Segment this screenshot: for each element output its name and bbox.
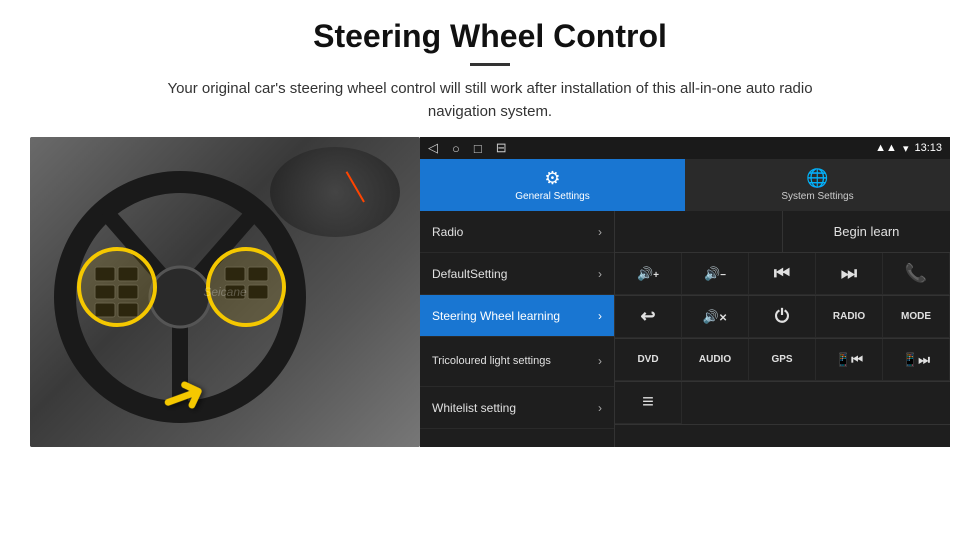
ctrl-vol-up[interactable]: 🔊+ (615, 253, 682, 295)
chevron-radio: › (598, 225, 602, 239)
chevron-default: › (598, 267, 602, 281)
audio-label: AUDIO (699, 354, 731, 365)
menu-radio-label: Radio (432, 225, 463, 239)
nav-icons: ◁ ○ □ ⊟ (428, 140, 507, 156)
menu-steering-label: Steering Wheel learning (432, 309, 560, 323)
ctrl-phone-prev[interactable]: 📱⏮ (816, 339, 883, 381)
ctrl-phone[interactable]: 📞 (883, 253, 950, 295)
ctrl-prev[interactable]: ⏮ (749, 253, 816, 295)
wifi-icon: ▾ (903, 142, 909, 155)
tab-system-settings[interactable]: 🌐 System Settings (685, 159, 950, 211)
ctrl-mode[interactable]: MODE (883, 296, 950, 338)
menu-item-default[interactable]: DefaultSetting › (420, 253, 614, 295)
ctrl-gps[interactable]: GPS (749, 339, 816, 381)
car-image: ➜ Seicane (30, 137, 420, 447)
radio-display (615, 211, 783, 252)
begin-learn-button[interactable]: Begin learn (783, 211, 950, 252)
ctrl-power[interactable]: ⏻ (749, 296, 816, 338)
menu-item-steering[interactable]: Steering Wheel learning › (420, 295, 614, 337)
recents-icon[interactable]: □ (474, 141, 482, 156)
menu-icon[interactable]: ⊟ (496, 140, 507, 156)
general-settings-icon: ⚙ (544, 168, 560, 189)
signal-icon: ▲▲ (875, 142, 897, 154)
mode-label: MODE (901, 311, 931, 322)
menu-whitelist-label: Whitelist setting (432, 401, 516, 415)
vol-down-icon: 🔊− (704, 266, 726, 282)
dvd-label: DVD (637, 354, 658, 365)
chevron-whitelist: › (598, 401, 602, 415)
top-row: Begin learn (615, 211, 950, 253)
page-title: Steering Wheel Control (30, 18, 950, 55)
subtitle: Your original car's steering wheel contr… (140, 78, 840, 123)
status-bar: ◁ ○ □ ⊟ ▲▲ ▾ 13:13 (420, 137, 950, 159)
tab-general-settings[interactable]: ⚙ General Settings (420, 159, 685, 211)
phone-prev-icon: 📱⏮ (835, 352, 863, 368)
menu-item-tricoloured[interactable]: Tricoloured light settings › (420, 337, 614, 387)
radio-label: RADIO (833, 311, 865, 322)
vol-up-icon: 🔊+ (637, 266, 659, 282)
ctrl-radio[interactable]: RADIO (816, 296, 883, 338)
back-icon[interactable]: ◁ (428, 140, 438, 156)
menu-item-radio[interactable]: Radio › (420, 211, 614, 253)
control-row-4: ≡ (615, 382, 950, 425)
android-panel: ◁ ○ □ ⊟ ▲▲ ▾ 13:13 ⚙ General Settings (420, 137, 950, 447)
clock: 13:13 (914, 142, 942, 154)
status-bar-right: ▲▲ ▾ 13:13 (875, 142, 942, 155)
left-menu: Radio › DefaultSetting › Steering Wheel … (420, 211, 615, 447)
mute-icon: 🔊✕ (703, 309, 728, 325)
menu-tricoloured-label: Tricoloured light settings (432, 354, 551, 368)
panel-body: Radio › DefaultSetting › Steering Wheel … (420, 211, 950, 447)
tab-system-label: System Settings (781, 191, 853, 202)
ctrl-dvd[interactable]: DVD (615, 339, 682, 381)
ctrl-vol-down[interactable]: 🔊− (682, 253, 749, 295)
back-call-icon: ↩ (640, 306, 655, 327)
control-row-3: DVD AUDIO GPS 📱⏮ 📱⏭ (615, 339, 950, 382)
ctrl-mute[interactable]: 🔊✕ (682, 296, 749, 338)
title-section: Steering Wheel Control Your original car… (30, 18, 950, 123)
title-divider (470, 63, 510, 66)
power-icon: ⏻ (775, 306, 789, 327)
tab-general-label: General Settings (515, 191, 590, 202)
phone-icon: 📞 (905, 263, 927, 284)
tab-bar: ⚙ General Settings 🌐 System Settings (420, 159, 950, 211)
ctrl-back[interactable]: ↩ (615, 296, 682, 338)
ctrl-phone-next[interactable]: 📱⏭ (883, 339, 950, 381)
car-background: ➜ Seicane (30, 137, 420, 447)
gps-label: GPS (771, 354, 792, 365)
control-row-2: ↩ 🔊✕ ⏻ RADIO MODE (615, 296, 950, 339)
menu-default-label: DefaultSetting (432, 267, 507, 281)
content-area: ➜ Seicane ◁ ○ □ ⊟ ▲▲ ▾ 13:13 (30, 137, 950, 447)
watermark: Seicane (203, 285, 246, 299)
list-icon: ≡ (642, 391, 654, 414)
right-panel: Begin learn 🔊+ 🔊− ⏮ (615, 211, 950, 447)
ctrl-list[interactable]: ≡ (615, 382, 682, 424)
prev-icon: ⏮ (774, 263, 790, 284)
home-icon[interactable]: ○ (452, 141, 460, 156)
menu-item-whitelist[interactable]: Whitelist setting › (420, 387, 614, 429)
ctrl-next[interactable]: ⏭ (816, 253, 883, 295)
page-wrapper: Steering Wheel Control Your original car… (0, 0, 980, 457)
next-icon: ⏭ (841, 263, 857, 284)
chevron-tricoloured: › (598, 354, 602, 370)
chevron-steering: › (598, 309, 602, 323)
system-settings-icon: 🌐 (806, 168, 828, 189)
phone-next-icon: 📱⏭ (902, 352, 930, 368)
ctrl-audio[interactable]: AUDIO (682, 339, 749, 381)
control-row-1: 🔊+ 🔊− ⏮ ⏭ 📞 (615, 253, 950, 296)
